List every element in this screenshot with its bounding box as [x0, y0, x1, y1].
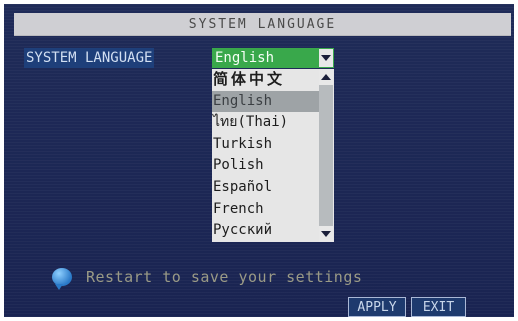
language-option-polish[interactable]: Polish: [212, 155, 319, 177]
scroll-up-icon: [321, 74, 331, 80]
language-option-french[interactable]: French: [212, 199, 319, 221]
scroll-up-button[interactable]: [319, 69, 333, 85]
system-language-label: SYSTEM LANGUAGE: [24, 48, 155, 68]
window-title: SYSTEM LANGUAGE: [14, 13, 511, 36]
language-option-english[interactable]: English: [212, 90, 319, 113]
language-options-list[interactable]: 简体中文 English ไทย(Thai) Turkish Polish Es…: [212, 69, 334, 242]
scroll-down-button[interactable]: [319, 226, 333, 242]
info-bubble-icon: [52, 268, 72, 290]
scroll-down-icon: [321, 231, 331, 237]
dialog-frame: SYSTEM LANGUAGE SYSTEM LANGUAGE English …: [0, 0, 518, 321]
restart-message: Restart to save your settings: [52, 268, 363, 290]
chevron-down-icon: [321, 55, 331, 61]
language-option-russian[interactable]: Русский: [212, 220, 319, 242]
exit-button[interactable]: EXIT: [411, 297, 466, 317]
language-dropdown[interactable]: English: [212, 48, 334, 68]
dropdown-toggle-button[interactable]: [319, 49, 333, 67]
list-scrollbar[interactable]: [319, 69, 333, 242]
language-option-spanish[interactable]: Español: [212, 177, 319, 199]
language-options: 简体中文 English ไทย(Thai) Turkish Polish Es…: [212, 69, 319, 242]
language-option-chinese[interactable]: 简体中文: [212, 69, 319, 91]
language-option-thai[interactable]: ไทย(Thai): [212, 112, 319, 134]
language-option-turkish[interactable]: Turkish: [212, 134, 319, 156]
language-dropdown-value: English: [215, 50, 275, 66]
restart-message-text: Restart to save your settings: [86, 268, 363, 286]
apply-button[interactable]: APPLY: [348, 297, 406, 317]
